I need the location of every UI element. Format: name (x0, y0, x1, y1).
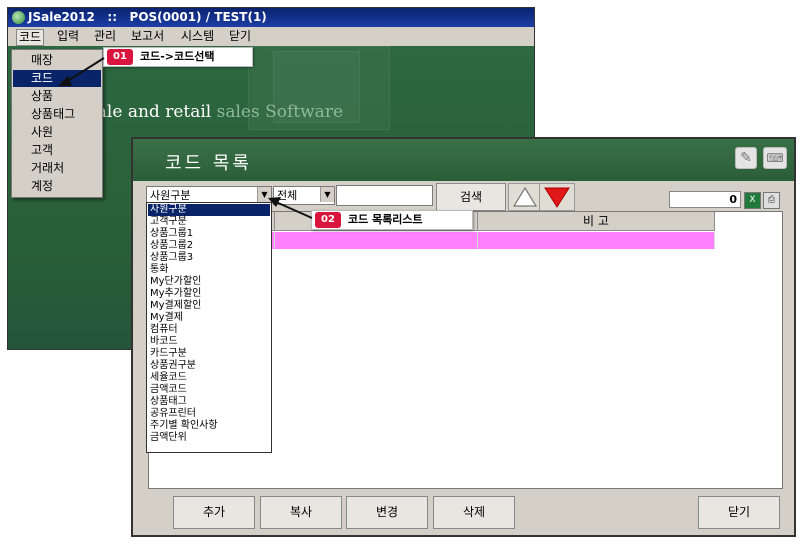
arrow-head-icon (58, 76, 72, 86)
arrow-head-icon (268, 197, 281, 207)
callout-arrows (58, 57, 313, 219)
arrow-pointer-icon (65, 57, 105, 83)
arrow-pointer-icon (275, 201, 313, 219)
